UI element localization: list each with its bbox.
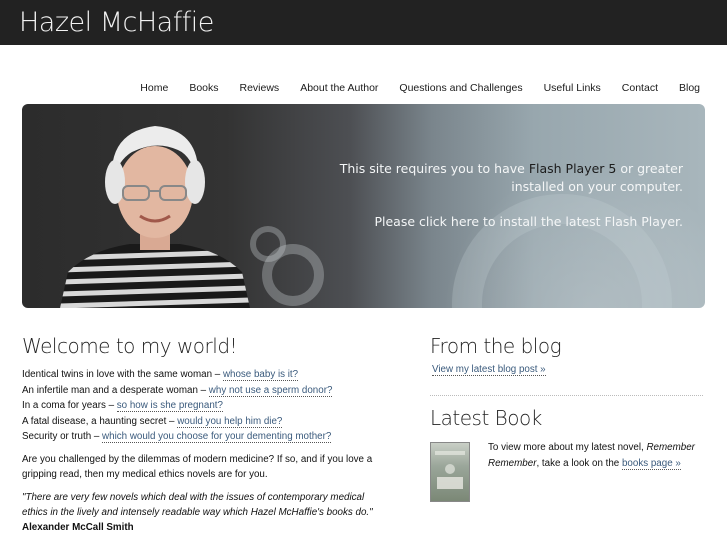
teaser-text: Security or truth – bbox=[22, 431, 103, 442]
book-cover-image[interactable] bbox=[430, 442, 470, 502]
book-text-mid: , take a look on the bbox=[536, 457, 622, 469]
teaser-line: A fatal disease, a haunting secret – wou… bbox=[22, 414, 387, 430]
sidebar: From the blog View my latest blog post »… bbox=[430, 333, 705, 502]
top-bar: Hazel McHaffie bbox=[0, 0, 727, 45]
latest-book-block: To view more about my latest novel, Reme… bbox=[430, 440, 705, 502]
books-page-link[interactable]: books page » bbox=[621, 457, 681, 470]
latest-book-text: To view more about my latest novel, Reme… bbox=[488, 440, 705, 502]
nav-useful-links[interactable]: Useful Links bbox=[544, 81, 601, 97]
book-cover-art-icon bbox=[435, 451, 465, 489]
teaser-text: An infertile man and a desperate woman – bbox=[22, 384, 209, 396]
nav-questions-and-challenges[interactable]: Questions and Challenges bbox=[399, 81, 522, 97]
teaser-link[interactable]: would you help him die? bbox=[177, 415, 283, 428]
review-quote: "There are very few novels which deal wi… bbox=[22, 490, 387, 535]
teaser-text: In a coma for years – bbox=[22, 400, 117, 411]
divider bbox=[430, 395, 703, 396]
flash-install-link[interactable]: Please click here to install the latest … bbox=[323, 213, 683, 231]
hero-banner[interactable]: This site requires you to have Flash Pla… bbox=[22, 104, 705, 308]
teaser-text: Identical twins in love with the same wo… bbox=[22, 369, 223, 380]
main-nav: Home Books Reviews About the Author Ques… bbox=[119, 81, 700, 97]
flash-line2: installed on your computer. bbox=[511, 179, 683, 194]
site-title[interactable]: Hazel McHaffie bbox=[19, 6, 214, 40]
flash-player-highlight: Flash Player 5 bbox=[528, 161, 617, 176]
teaser-text: A fatal disease, a haunting secret – bbox=[22, 415, 178, 427]
teaser-line: Identical twins in love with the same wo… bbox=[22, 367, 387, 383]
latest-book-heading: Latest Book bbox=[430, 406, 542, 430]
teaser-line: Security or truth – which would you choo… bbox=[22, 429, 387, 445]
author-portrait bbox=[60, 126, 250, 308]
teaser-line: In a coma for years – so how is she preg… bbox=[22, 398, 387, 414]
quote-author: Alexander McCall Smith bbox=[22, 521, 134, 533]
flash-line1-post: or greater bbox=[616, 161, 683, 176]
nav-books[interactable]: Books bbox=[189, 81, 218, 97]
quote-text: "There are very few novels which deal wi… bbox=[22, 491, 373, 518]
intro-paragraph: Are you challenged by the dilemmas of mo… bbox=[22, 453, 373, 480]
nav-home[interactable]: Home bbox=[140, 81, 168, 97]
teaser-link[interactable]: which would you choose for your dementin… bbox=[102, 431, 332, 443]
flash-line1-pre: This site requires you to have bbox=[339, 161, 529, 176]
welcome-section: Welcome to my world! Identical twins in … bbox=[22, 333, 387, 535]
teaser-line: An infertile man and a desperate woman –… bbox=[22, 383, 387, 399]
flash-player-message[interactable]: This site requires you to have Flash Pla… bbox=[323, 160, 683, 231]
decorative-ring-icon bbox=[262, 244, 324, 306]
nav-contact[interactable]: Contact bbox=[622, 81, 658, 97]
nav-reviews[interactable]: Reviews bbox=[240, 81, 280, 97]
book-text-pre: To view more about my latest novel, bbox=[488, 442, 647, 453]
nav-about-the-author[interactable]: About the Author bbox=[300, 81, 378, 97]
latest-blog-post-link[interactable]: View my latest blog post » bbox=[432, 364, 546, 376]
teaser-link[interactable]: so how is she pregnant? bbox=[116, 400, 223, 412]
nav-blog[interactable]: Blog bbox=[679, 81, 700, 97]
teaser-link[interactable]: whose baby is it? bbox=[222, 369, 299, 381]
teaser-link[interactable]: why not use a sperm donor? bbox=[208, 384, 333, 397]
welcome-heading: Welcome to my world! bbox=[22, 334, 238, 358]
blog-heading: From the blog bbox=[430, 334, 562, 358]
